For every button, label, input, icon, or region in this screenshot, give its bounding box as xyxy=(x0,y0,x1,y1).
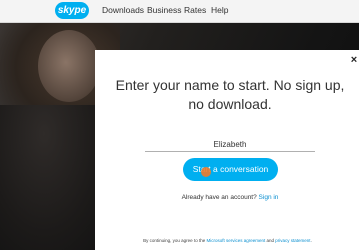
top-navigation-bar: skype Downloads Business Rates Help xyxy=(0,0,359,23)
services-agreement-link[interactable]: Microsoft services agreement xyxy=(206,238,265,243)
privacy-statement-link[interactable]: privacy statement xyxy=(275,238,310,243)
background-person-body xyxy=(0,105,110,250)
nav-help[interactable]: Help xyxy=(211,5,228,16)
terms-suffix: . xyxy=(310,238,312,243)
close-icon[interactable]: × xyxy=(349,54,359,66)
sign-in-link[interactable]: Sign in xyxy=(259,194,279,201)
sign-in-prompt: Already have an account? Sign in xyxy=(140,193,320,202)
dialog-headline: Enter your name to start. No sign up, no… xyxy=(115,77,345,112)
terms-notice: By continuing, you agree to the Microsof… xyxy=(100,237,355,244)
name-input[interactable] xyxy=(145,137,315,152)
background-person-face xyxy=(38,30,100,102)
terms-prefix: By continuing, you agree to the xyxy=(143,238,206,243)
account-question: Already have an account? xyxy=(181,194,257,201)
start-conversation-button[interactable]: Start a conversation xyxy=(183,158,278,181)
terms-and: and xyxy=(266,238,275,243)
cursor-indicator-icon xyxy=(201,167,211,177)
nav-downloads[interactable]: Downloads xyxy=(102,5,144,16)
nav-business[interactable]: Business xyxy=(147,5,182,16)
nav-rates[interactable]: Rates xyxy=(184,5,206,16)
skype-logo[interactable]: skype xyxy=(55,2,89,19)
